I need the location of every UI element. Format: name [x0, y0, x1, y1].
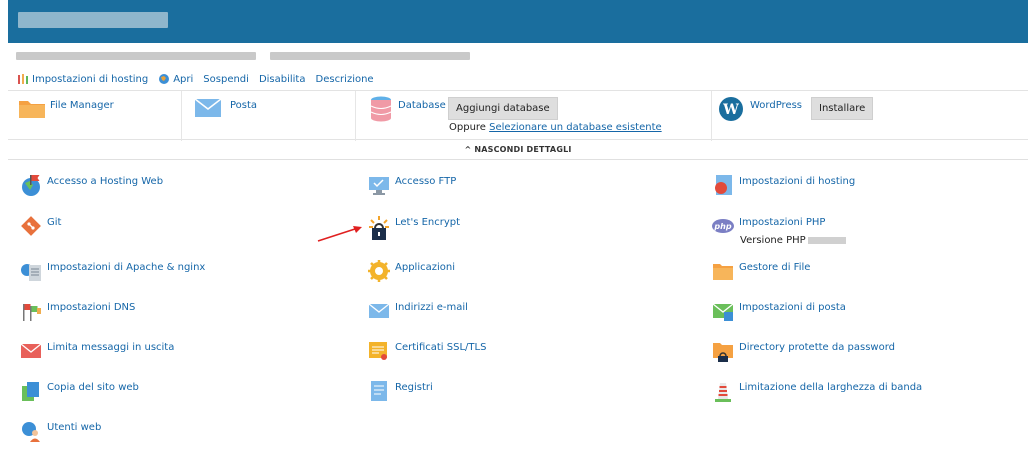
- web-hosting-access-item[interactable]: Accesso a Hosting Web: [20, 174, 163, 196]
- document-log-icon: [371, 381, 387, 401]
- ssl-certificates-item[interactable]: Certificati SSL/TLS: [368, 340, 486, 362]
- php-settings-item[interactable]: php Impostazioni PHP: [712, 215, 825, 237]
- select-existing-database-link[interactable]: Selezionare un database esistente: [489, 122, 662, 133]
- file-manager-cell: File Manager: [8, 91, 182, 141]
- file-manager-label: Gestore di File: [739, 262, 811, 273]
- folder-icon: [19, 101, 45, 118]
- logs-item[interactable]: Registri: [368, 380, 433, 402]
- php-version-blurred: [807, 236, 846, 244]
- hosting-server-icon: [715, 175, 732, 195]
- blurred-subtitle: [16, 52, 476, 62]
- hosting-settings-label: Impostazioni di hosting: [739, 176, 856, 187]
- database-link[interactable]: Database: [398, 100, 446, 111]
- domain-actions: Impostazioni di hosting Apri Sospendi Di…: [17, 72, 384, 86]
- hide-details-label: NASCONDI DETTAGLI: [474, 145, 572, 154]
- git-label: Git: [47, 217, 62, 228]
- php-settings-label: Impostazioni PHP: [739, 217, 826, 228]
- web-hosting-access-label: Accesso a Hosting Web: [47, 176, 164, 187]
- mail-settings-label: Impostazioni di posta: [739, 302, 846, 313]
- bandwidth-limit-label: Limitazione della larghezza di banda: [739, 382, 923, 393]
- website-copy-label: Copia del sito web: [47, 382, 139, 393]
- lets-encrypt-item[interactable]: Let's Encrypt: [368, 215, 460, 241]
- password-protected-directories-item[interactable]: Directory protette da password: [712, 340, 895, 362]
- open-link[interactable]: Apri: [158, 73, 193, 85]
- git-icon: [21, 216, 41, 236]
- email-addresses-item[interactable]: Indirizzi e-mail: [368, 300, 468, 322]
- file-manager-item[interactable]: Gestore di File: [712, 260, 810, 282]
- apache-nginx-settings-item[interactable]: Impostazioni di Apache & nginx: [20, 260, 205, 282]
- globe-flag-icon: [22, 175, 40, 196]
- applications-item[interactable]: Applicazioni: [368, 260, 455, 282]
- svg-text:php: php: [713, 222, 731, 231]
- mail-settings-item[interactable]: Impostazioni di posta: [712, 300, 846, 322]
- disable-link[interactable]: Disabilita: [259, 74, 306, 85]
- server-settings-icon: [21, 264, 41, 281]
- install-wordpress-button[interactable]: Installare: [811, 97, 874, 120]
- php-version-line: Versione PHP: [740, 235, 846, 246]
- email-icon: [368, 303, 390, 318]
- hosting-settings-label: Impostazioni di hosting: [32, 73, 149, 85]
- description-link[interactable]: Descrizione: [316, 74, 374, 85]
- database-cell: Database Aggiungi database: [356, 91, 712, 141]
- open-globe-icon: [159, 74, 170, 84]
- applications-label: Applicazioni: [395, 262, 455, 273]
- mail-link[interactable]: Posta: [230, 100, 257, 111]
- wordpress-cell: W WordPress Installare: [712, 91, 1028, 141]
- hosting-settings-item[interactable]: Impostazioni di hosting: [712, 174, 855, 196]
- database-icon: [370, 96, 392, 122]
- certificate-icon: [369, 342, 387, 360]
- blurred-title: [18, 12, 168, 28]
- add-database-button[interactable]: Aggiungi database: [448, 97, 558, 120]
- disable-label: Disabilita: [258, 73, 306, 85]
- limit-outgoing-messages-item[interactable]: Limita messaggi in uscita: [20, 340, 174, 362]
- bandwidth-limit-item[interactable]: Limitazione della larghezza di banda: [712, 380, 922, 402]
- git-item[interactable]: Git: [20, 215, 61, 237]
- mail-icon: [194, 98, 222, 117]
- web-users-item[interactable]: Utenti web: [20, 420, 101, 442]
- open-label: Apri: [173, 73, 194, 85]
- hide-details-toggle[interactable]: ^ NASCONDI DETTAGLI: [8, 141, 1028, 160]
- red-arrow-annotation: [317, 226, 362, 242]
- chevron-up-icon: ^: [464, 145, 475, 154]
- page-header: [8, 0, 1028, 43]
- oppure-label: Oppure: [449, 122, 486, 133]
- web-users-label: Utenti web: [47, 422, 102, 433]
- wordpress-link[interactable]: WordPress: [750, 100, 802, 111]
- web-user-icon: [22, 422, 40, 442]
- copy-pages-icon: [22, 382, 39, 401]
- description-label: Descrizione: [315, 73, 374, 85]
- ssl-certificates-label: Certificati SSL/TLS: [395, 342, 487, 353]
- ftp-access-item[interactable]: Accesso FTP: [368, 174, 456, 196]
- locked-folder-icon: [713, 343, 733, 362]
- php-version-label: Versione PHP: [740, 235, 806, 246]
- dns-settings-item[interactable]: Impostazioni DNS: [20, 300, 135, 322]
- apache-nginx-settings-label: Impostazioni di Apache & nginx: [47, 262, 206, 273]
- lets-encrypt-icon: [369, 216, 389, 240]
- existing-database-line: Oppure Selezionare un database esistente: [449, 122, 662, 133]
- wordpress-icon: W: [719, 97, 743, 121]
- hosting-settings-link[interactable]: Impostazioni di hosting: [17, 73, 148, 85]
- folder-icon: [713, 264, 733, 280]
- mail-settings-icon: [712, 303, 734, 321]
- hosting-settings-icon: [18, 74, 28, 84]
- dns-settings-label: Impostazioni DNS: [47, 302, 136, 313]
- suspend-label: Sospendi: [203, 73, 249, 85]
- gear-icon: [368, 260, 390, 282]
- password-protected-directories-label: Directory protette da password: [739, 342, 896, 353]
- lighthouse-icon: [715, 383, 731, 402]
- file-manager-link[interactable]: File Manager: [50, 100, 114, 111]
- red-mail-icon: [20, 343, 42, 358]
- email-addresses-label: Indirizzi e-mail: [395, 302, 468, 313]
- mail-cell: Posta: [182, 91, 356, 141]
- website-copy-item[interactable]: Copia del sito web: [20, 380, 139, 402]
- svg-text:W: W: [722, 102, 739, 118]
- limit-outgoing-messages-label: Limita messaggi in uscita: [47, 342, 175, 353]
- php-icon: php: [712, 219, 734, 233]
- ftp-monitor-icon: [369, 177, 389, 195]
- logs-label: Registri: [395, 382, 433, 393]
- dns-flags-icon: [23, 304, 41, 321]
- ftp-access-label: Accesso FTP: [395, 176, 457, 187]
- suspend-link[interactable]: Sospendi: [203, 74, 249, 85]
- lets-encrypt-label: Let's Encrypt: [395, 217, 461, 228]
